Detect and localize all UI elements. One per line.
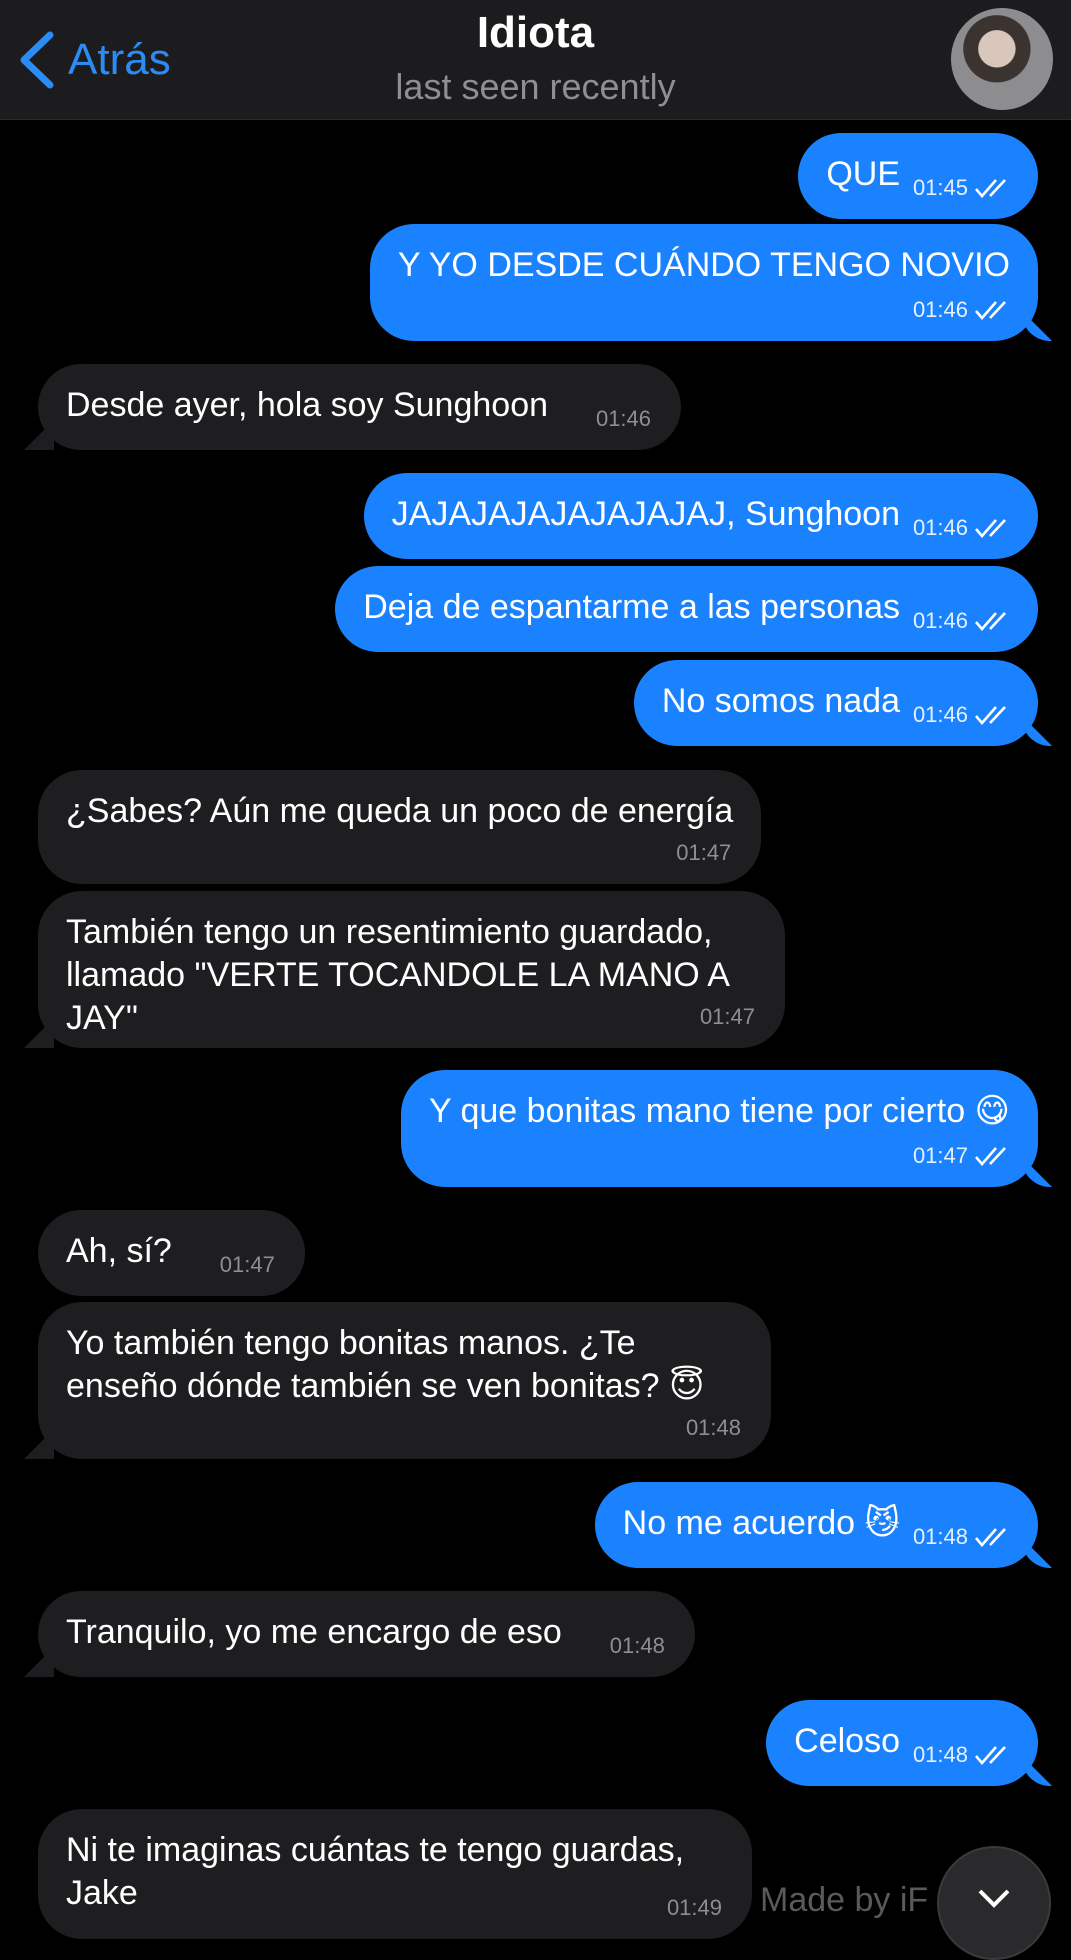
message-text: Tranquilo, yo me encargo de eso (66, 1613, 562, 1651)
message-time: 01:48 (685, 1415, 741, 1440)
message-time: 01:46 (912, 297, 968, 322)
message-bubble[interactable]: Tranquilo, yo me encargo de eso 01:48 (38, 1591, 695, 1677)
contact-name[interactable]: Idiota (0, 8, 1071, 58)
message-bubble[interactable]: ¿Sabes? Aún me queda un poco de energía … (38, 770, 762, 884)
chat-header: Atrás Idiota last seen recently (0, 0, 1071, 120)
double-check-icon (974, 704, 1014, 726)
chevron-down-icon (977, 1888, 1011, 1913)
message-text: Y que bonitas mano tiene por cierto 😋 (428, 1092, 1010, 1130)
message-bubble[interactable]: Celoso 01:48 (766, 1700, 1038, 1786)
double-check-icon (974, 299, 1014, 321)
message-time: 01:47 (912, 1143, 968, 1168)
double-check-icon (974, 1744, 1014, 1766)
message-time: 01:46 (912, 608, 968, 633)
message-bubble[interactable]: No me acuerdo 😼 01:48 (594, 1482, 1038, 1568)
message-text: También tengo un resentimiento guardado,… (66, 913, 738, 1037)
message-text: Yo también tengo bonitas manos. ¿Te ense… (66, 1324, 705, 1405)
message-text: Y YO DESDE CUÁNDO TENGO NOVIO (397, 246, 1010, 284)
message-time: 01:46 (595, 406, 652, 431)
message-bubble[interactable]: Deja de espantarme a las personas 01:46 (335, 566, 1038, 652)
message-time: 01:48 (609, 1633, 665, 1658)
watermark-text: Made by iF (760, 1881, 929, 1919)
contact-avatar[interactable] (951, 8, 1053, 110)
message-bubble[interactable]: Y YO DESDE CUÁNDO TENGO NOVIO 01:46 (369, 224, 1038, 341)
message-bubble[interactable]: No somos nada 01:46 (633, 660, 1038, 746)
message-time: 01:48 (912, 1524, 968, 1549)
message-bubble[interactable]: También tengo un resentimiento guardado,… (38, 891, 785, 1048)
message-time: 01:47 (676, 840, 732, 865)
last-seen-status: last seen recently (395, 66, 676, 107)
message-text: Ni te imaginas cuántas te tengo guardas,… (66, 1831, 694, 1912)
message-bubble[interactable]: Ah, sí? 01:47 (38, 1210, 305, 1296)
double-check-icon (974, 1526, 1014, 1548)
message-bubble[interactable]: Yo también tengo bonitas manos. ¿Te ense… (38, 1302, 771, 1459)
message-time: 01:47 (699, 1004, 755, 1029)
message-time: 01:46 (912, 702, 968, 727)
message-time: 01:45 (912, 175, 968, 200)
scroll-down-button[interactable] (937, 1846, 1051, 1960)
message-time: 01:46 (912, 515, 968, 540)
message-time: 01:49 (666, 1895, 722, 1920)
message-list[interactable]: QUE 01:45 Y YO DESDE CUÁNDO TENGO NOVIO … (0, 119, 1071, 1960)
double-check-icon (974, 517, 1014, 539)
double-check-icon (974, 177, 1014, 199)
message-bubble[interactable]: JAJAJAJAJAJAJAJAJ, Sunghoon 01:46 (363, 473, 1038, 559)
message-time: 01:47 (219, 1252, 275, 1277)
message-text: Desde ayer, hola soy Sunghoon (66, 386, 549, 424)
message-bubble[interactable]: Y que bonitas mano tiene por cierto 😋 01… (400, 1070, 1038, 1187)
message-text: ¿Sabes? Aún me queda un poco de energía (66, 792, 734, 830)
message-bubble[interactable]: QUE 01:45 (798, 133, 1038, 219)
double-check-icon (974, 610, 1014, 632)
message-time: 01:48 (912, 1742, 968, 1767)
message-bubble[interactable]: Desde ayer, hola soy Sunghoon 01:46 (38, 364, 682, 450)
double-check-icon (974, 1145, 1014, 1167)
